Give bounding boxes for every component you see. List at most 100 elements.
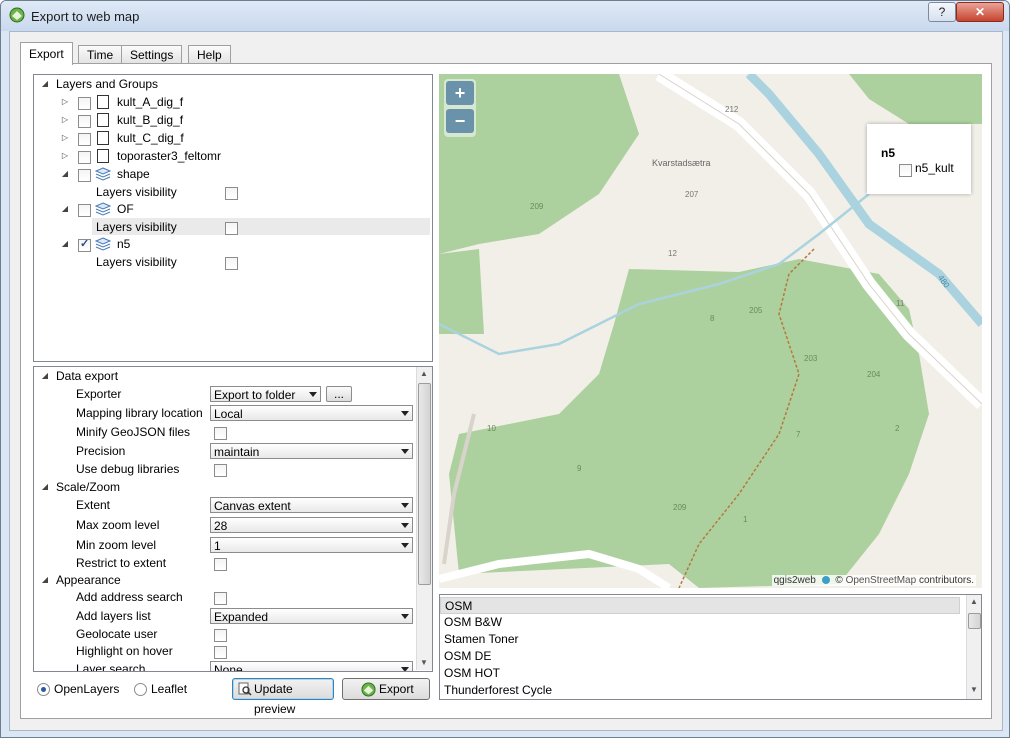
layer-label[interactable]: kult_B_dig_f [117,111,183,129]
tab-export[interactable]: Export [20,42,73,65]
highlight-hover-checkbox[interactable] [214,646,227,659]
tab-time[interactable]: Time [78,45,123,64]
minify-checkbox[interactable] [214,427,227,440]
group-checkbox-checked[interactable] [78,237,91,252]
mapping-library-label: Mapping library location [76,406,203,420]
layers-list-label: Add layers list [76,609,151,623]
vector-layer-icon [97,113,109,127]
layer-checkbox[interactable] [78,115,91,128]
help-title-button[interactable]: ? [928,2,956,22]
group-label[interactable]: OF [117,200,134,218]
legend-layer-checkbox[interactable] [899,164,912,177]
leaflet-label[interactable]: Leaflet [151,682,187,696]
layer-label[interactable]: toporaster3_feltomr [117,147,221,165]
extent-select[interactable]: Canvas extent [210,497,413,513]
map-label: 2 [895,424,900,433]
layer-label[interactable]: kult_C_dig_f [117,129,184,147]
collapse-arrow-icon[interactable]: ◢ [60,169,70,179]
expand-arrow-icon[interactable]: ▷ [60,133,70,143]
openlayers-label[interactable]: OpenLayers [54,682,119,696]
vector-layer-icon [97,131,109,145]
section-header-data-export: Data export [56,369,119,383]
collapse-arrow-icon[interactable]: ◢ [40,575,50,585]
layers-visibility-checkbox[interactable] [225,187,238,200]
restrict-extent-checkbox[interactable] [214,558,227,571]
layers-visibility-label: Layers visibility [96,220,177,234]
group-checkbox[interactable] [78,204,91,217]
scrollbar-thumb[interactable] [968,613,981,629]
attribution-dot-icon [821,576,830,585]
exporter-options-button[interactable]: ... [326,386,352,402]
export-properties: ◢ Data export Exporter Export to folder … [33,366,433,672]
exporter-label: Exporter [76,387,122,401]
scroll-down-arrow-icon[interactable]: ▼ [967,685,981,694]
map-preview[interactable]: 212 Kvarstadsætra 207 209 12 205 8 203 2… [439,74,982,588]
layers-list-select[interactable]: Expanded [210,608,413,624]
collapse-arrow-icon[interactable]: ◢ [40,482,50,492]
group-label[interactable]: n5 [117,235,130,253]
zoom-in-button[interactable]: + [446,81,474,105]
debug-libraries-checkbox[interactable] [214,464,227,477]
expand-arrow-icon[interactable]: ▷ [60,151,70,161]
min-zoom-select[interactable]: 1 [210,537,413,553]
layer-checkbox[interactable] [78,151,91,164]
update-preview-button[interactable]: Update preview [232,678,334,716]
openlayers-radio[interactable] [37,683,50,696]
legend-group-title: n5 [881,146,896,160]
map-label: 9 [577,464,582,473]
scroll-down-arrow-icon[interactable]: ▼ [417,658,431,667]
basemap-item-thunderforest-cycle[interactable]: Thunderforest Cycle [440,682,960,699]
address-search-checkbox[interactable] [214,592,227,605]
basemap-item-osm[interactable]: OSM [440,597,960,614]
scroll-up-arrow-icon[interactable]: ▲ [967,597,981,606]
map-label: 8 [710,314,715,323]
precision-select[interactable]: maintain [210,443,413,459]
layers-visibility-label: Layers visibility [96,255,177,269]
min-zoom-label: Min zoom level [76,538,157,552]
mapping-library-select[interactable]: Local [210,405,413,421]
collapse-arrow-icon[interactable]: ◢ [40,371,50,381]
max-zoom-select[interactable]: 28 [210,517,413,533]
map-label: 203 [804,354,818,363]
leaflet-radio[interactable] [134,683,147,696]
group-label[interactable]: shape [117,165,150,183]
collapse-arrow-icon[interactable]: ◢ [40,79,50,89]
scroll-up-arrow-icon[interactable]: ▲ [417,369,431,378]
layer-checkbox[interactable] [78,97,91,110]
geolocate-checkbox[interactable] [214,629,227,642]
osm-link[interactable]: OpenStreetMap [846,575,917,586]
properties-scrollbar[interactable]: ▲ ▼ [416,367,432,670]
basemap-item-osm-bw[interactable]: OSM B&W [440,614,960,631]
qgis2web-link[interactable]: qgis2web [774,575,816,586]
zoom-out-button[interactable]: − [446,109,474,133]
update-preview-label: Update preview [254,682,296,716]
group-checkbox[interactable] [78,169,91,182]
basemap-item-osm-de[interactable]: OSM DE [440,648,960,665]
address-search-label: Add address search [76,590,183,604]
exporter-select[interactable]: Export to folder [210,386,321,402]
layers-visibility-checkbox[interactable] [225,257,238,270]
tab-settings[interactable]: Settings [121,45,183,64]
layer-search-value: None [214,663,243,672]
collapse-arrow-icon[interactable]: ◢ [60,239,70,249]
basemap-item-osm-hot[interactable]: OSM HOT [440,665,960,682]
export-button[interactable]: Export [342,678,430,700]
collapse-arrow-icon[interactable]: ◢ [60,204,70,214]
scrollbar-thumb[interactable] [418,383,431,585]
export-label: Export [379,682,414,696]
layer-checkbox[interactable] [78,133,91,146]
layer-label[interactable]: kult_A_dig_f [117,93,183,111]
qgis2web-app-icon [9,7,25,23]
tab-help[interactable]: Help [188,45,231,64]
map-label: 204 [867,370,881,379]
basemap-item-stamen-toner[interactable]: Stamen Toner [440,631,960,648]
expand-arrow-icon[interactable]: ▷ [60,115,70,125]
layers-visibility-checkbox[interactable] [225,222,238,235]
close-window-button[interactable]: ✕ [956,2,1004,22]
legend-layer-label: n5_kult [915,161,954,175]
layer-search-select[interactable]: None [210,661,413,672]
copyright-symbol: © [835,575,843,586]
expand-arrow-icon[interactable]: ▷ [60,97,70,107]
raster-layer-icon [97,149,109,163]
basemap-scrollbar[interactable]: ▲ ▼ [966,595,981,699]
